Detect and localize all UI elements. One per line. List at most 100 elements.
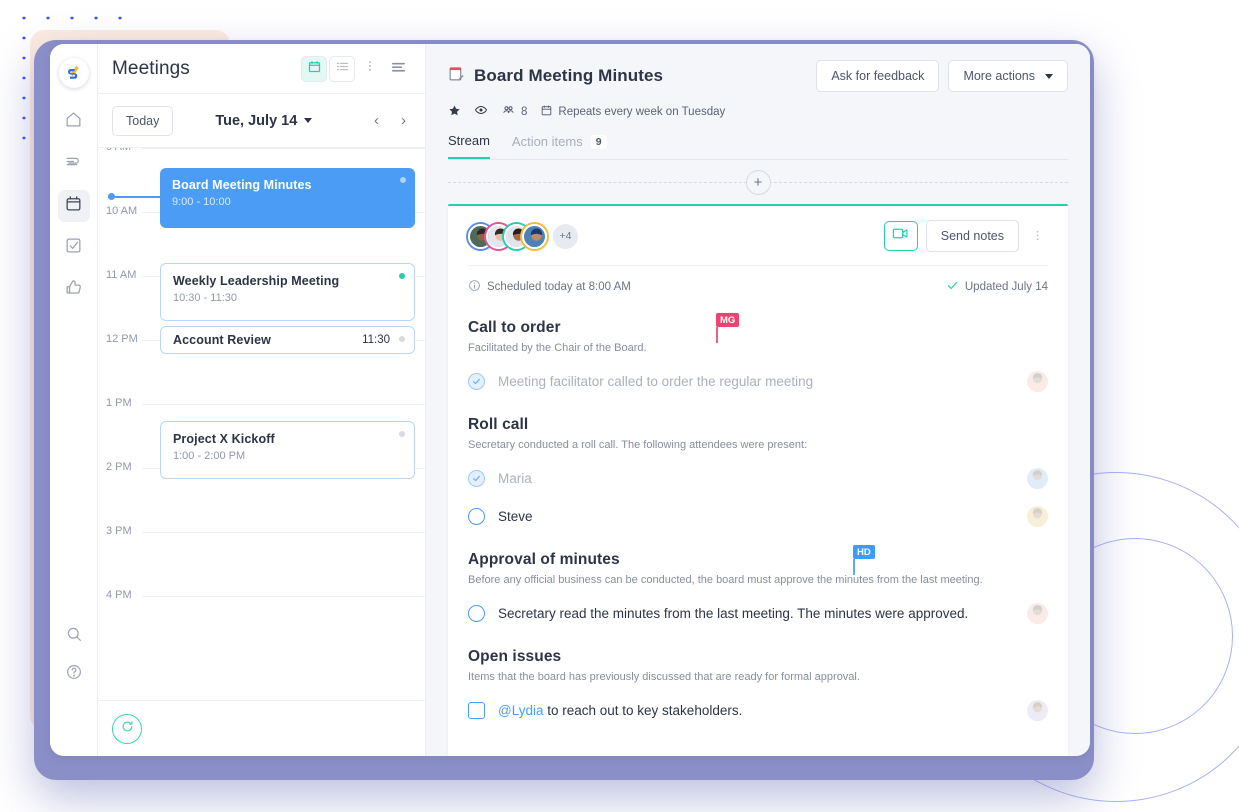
checkbox[interactable] (468, 470, 485, 487)
start-video-button[interactable] (883, 221, 918, 251)
event-status-dot (400, 177, 406, 183)
star-button[interactable] (448, 104, 461, 120)
calendar-view-icon (307, 59, 322, 79)
section-heading: Approval of minutes (468, 551, 620, 568)
hour-line (142, 532, 425, 533)
watch-button[interactable] (474, 103, 488, 120)
ask-for-feedback-button[interactable]: Ask for feedback (816, 60, 940, 92)
chevron-down-icon (1045, 73, 1053, 79)
calendar-event[interactable]: Board Meeting Minutes 9:00 - 10:00 (160, 168, 415, 228)
prev-day-button[interactable]: ‹ (369, 110, 384, 131)
notepad-icon (448, 65, 465, 87)
checkbox[interactable] (468, 373, 485, 390)
assignee-avatar[interactable] (1027, 700, 1048, 721)
event-time: 9:00 - 10:00 (172, 196, 231, 208)
participants-count[interactable]: 8 (501, 103, 527, 120)
calendar-event[interactable]: Account Review 11:30 (160, 326, 415, 354)
star-icon (448, 104, 461, 120)
event-status-dot (399, 431, 405, 437)
document-actions: Ask for feedback More actions (816, 60, 1068, 92)
calendar-event[interactable]: Weekly Leadership Meeting 10:30 - 11:30 (160, 263, 415, 321)
checklist-item[interactable]: Meeting facilitator called to order the … (468, 371, 1048, 392)
repeat-calendar-icon (540, 104, 553, 120)
assignee-avatar[interactable] (1027, 506, 1048, 527)
app-logo[interactable] (58, 58, 89, 88)
avatar-overflow-count[interactable]: +4 (553, 223, 578, 249)
people-icon (501, 103, 516, 120)
sync-icon (120, 719, 135, 739)
note-card-actions: Send notes (883, 220, 1048, 252)
list-view-icon-button[interactable] (329, 55, 355, 82)
sidebar-item-home[interactable] (58, 106, 90, 138)
event-title: Account Review (173, 333, 271, 347)
event-title: Board Meeting Minutes (172, 178, 312, 192)
sidebar-item-search[interactable] (58, 620, 90, 652)
assignee-avatar[interactable] (1027, 603, 1048, 624)
document-title-text: Board Meeting Minutes (474, 66, 664, 85)
sidebar-item-tasks[interactable] (58, 232, 90, 264)
calendar-more-button[interactable] (357, 56, 383, 82)
item-text: Meeting facilitator called to order the … (498, 374, 814, 389)
note-card-header: +4 Send notes (468, 220, 1048, 266)
scheduled-text: Scheduled today at 8:00 AM (487, 281, 631, 293)
checkbox[interactable] (468, 605, 485, 622)
checkbox[interactable] (468, 702, 485, 719)
calendar-menu-button[interactable] (385, 56, 411, 82)
tab-action-items[interactable]: Action items 9 (512, 133, 607, 159)
tasks-icon (64, 236, 83, 260)
next-day-button[interactable]: › (396, 110, 411, 131)
thumbs-up-icon (64, 278, 83, 302)
assignee-avatar[interactable] (1027, 468, 1048, 489)
checklist-item-text: Maria (498, 471, 532, 486)
add-entry-button[interactable]: + (745, 169, 771, 195)
home-icon (64, 110, 83, 134)
recurrence-info: Repeats every week on Tuesday (540, 104, 725, 120)
calendar-view-icon-button[interactable] (301, 55, 327, 82)
sidebar-item-help[interactable] (58, 658, 90, 690)
date-selector[interactable]: Tue, July 14 (215, 113, 313, 129)
stream-scroll-area[interactable]: + +4 Send notes Scheduled today at 8:00 … (426, 160, 1090, 756)
participant-avatars[interactable] (468, 223, 547, 249)
sidebar-item-calendar[interactable] (57, 190, 90, 222)
hour-label: 11 AM (106, 269, 137, 281)
checklist-item[interactable]: @Lydia to reach out to key stakeholders. (468, 700, 1048, 721)
item-text: Secretary read the minutes from the last… (498, 606, 969, 621)
document-tabs: Stream Action items 9 (448, 133, 1068, 160)
checklist-item[interactable]: Maria (468, 468, 1048, 489)
info-icon (468, 279, 481, 295)
chevron-down-icon (304, 118, 313, 123)
calendar-event[interactable]: Project X Kickoff 1:00 - 2:00 PM (160, 421, 415, 479)
note-card-more-button[interactable] (1027, 227, 1048, 246)
section-heading: Open issues (468, 648, 562, 665)
sync-button[interactable] (112, 713, 142, 744)
hour-label: 2 PM (106, 461, 132, 473)
send-notes-button[interactable]: Send notes (925, 220, 1019, 252)
eye-icon (474, 103, 488, 120)
action-items-badge: 9 (590, 134, 607, 149)
feed-icon (64, 152, 83, 176)
calendar-footer (98, 700, 425, 756)
checklist-item[interactable]: Secretary read the minutes from the last… (468, 603, 1048, 624)
mention-link[interactable]: @Lydia (498, 703, 543, 718)
sidebar-item-feed[interactable] (58, 148, 90, 180)
more-actions-button[interactable]: More actions (948, 60, 1068, 92)
hour-label: 3 PM (106, 525, 132, 537)
avatar[interactable] (522, 223, 547, 249)
list-view-icon (335, 59, 350, 79)
hour-row: 3 PM (98, 525, 425, 596)
people-count-text: 8 (521, 105, 528, 118)
sidebar-item-praise[interactable] (58, 274, 90, 306)
help-icon (65, 663, 83, 686)
calendar-panel: Meetings Today Tue, July 14 ‹ › 10 AM 11… (98, 44, 426, 756)
today-button[interactable]: Today (112, 105, 174, 136)
tab-stream[interactable]: Stream (448, 133, 490, 159)
section-description: Facilitated by the Chair of the Board. (468, 342, 647, 354)
calendar-grid[interactable]: 9 AM 10 AM 11 AM 12 PM 1 PM 2 PM 3 PM 4 PM Boar… (98, 148, 425, 700)
event-time: 11:30 (362, 334, 390, 346)
screenshot-stage: Meetings Today Tue, July 14 ‹ › 10 AM 11… (0, 0, 1239, 812)
document-meta: 8 Repeats every week on Tuesday (448, 103, 1068, 120)
checkbox[interactable] (468, 508, 485, 525)
checklist-item[interactable]: Steve (468, 506, 1048, 527)
assignee-avatar[interactable] (1027, 371, 1048, 392)
section-description: Items that the board has previously disc… (468, 671, 860, 683)
